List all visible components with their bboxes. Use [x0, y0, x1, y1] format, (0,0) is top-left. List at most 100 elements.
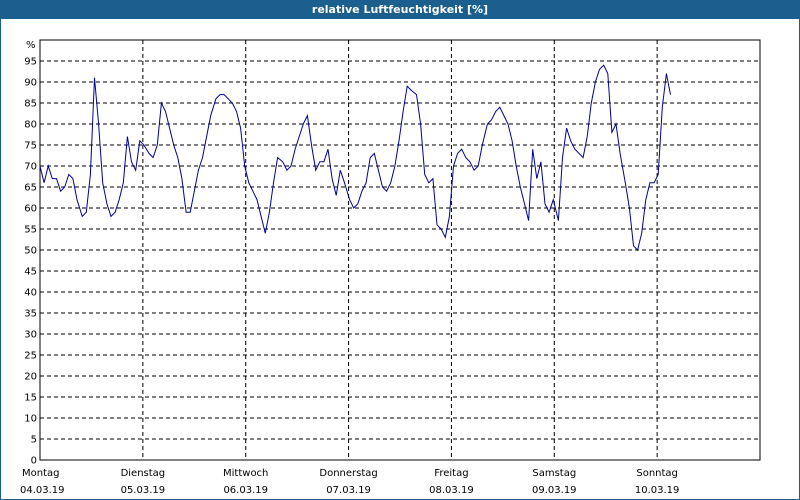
data-point — [272, 182, 274, 184]
x-tick-day-label: Freitag — [434, 468, 468, 479]
data-point — [661, 106, 663, 108]
x-tick-date-label: 07.03.19 — [326, 485, 371, 496]
data-point — [578, 152, 580, 154]
data-point — [201, 156, 203, 158]
data-point — [130, 161, 132, 163]
data-point — [724, 0, 726, 1]
data-point — [432, 177, 434, 179]
data-point — [665, 72, 667, 74]
data-point — [298, 135, 300, 137]
x-tick-date-label: 08.03.19 — [429, 485, 474, 496]
data-point — [657, 173, 659, 175]
data-point — [695, 0, 697, 1]
data-point — [440, 228, 442, 230]
data-point — [753, 0, 755, 1]
data-point — [173, 144, 175, 146]
data-point — [477, 165, 479, 167]
data-point — [353, 207, 355, 209]
data-point — [331, 177, 333, 179]
data-point — [565, 127, 567, 129]
data-point — [47, 165, 49, 167]
data-point — [561, 156, 563, 158]
data-point — [152, 156, 154, 158]
data-point — [373, 152, 375, 154]
y-tick-label: 65 — [24, 183, 37, 194]
data-point — [428, 182, 430, 184]
x-tick-date-label: 09.03.19 — [532, 485, 577, 496]
data-point — [452, 165, 454, 167]
data-point — [615, 123, 617, 125]
data-point — [335, 194, 337, 196]
x-tick-date-label: 06.03.19 — [223, 485, 268, 496]
data-point — [699, 0, 701, 1]
data-point — [598, 68, 600, 70]
y-tick-label: 75 — [24, 141, 37, 152]
data-point — [707, 0, 709, 1]
data-point — [673, 0, 675, 1]
data-point — [495, 110, 497, 112]
humidity-line-chart: % 0 5 10 15 20 25 30 35 40 45 50 55 60 65 70 75 80 85 90 95… — [20, 0, 761, 497]
data-point — [511, 140, 513, 142]
data-point — [343, 182, 345, 184]
data-point — [732, 0, 734, 1]
y-tick-label: 95 — [24, 57, 37, 68]
data-point — [490, 119, 492, 121]
data-point — [63, 186, 65, 188]
data-point — [678, 0, 680, 1]
data-point — [264, 232, 266, 234]
data-point — [327, 148, 329, 150]
data-point — [544, 203, 546, 205]
data-point — [381, 186, 383, 188]
data-point — [461, 148, 463, 150]
y-tick-label: 85 — [24, 99, 37, 110]
y-tick-label: 35 — [24, 309, 37, 320]
data-point — [669, 93, 671, 95]
data-point — [310, 144, 312, 146]
data-point — [164, 110, 166, 112]
data-point — [548, 211, 550, 213]
x-tick-day-label: Samstag — [532, 468, 576, 479]
data-point — [532, 148, 534, 150]
data-point — [636, 249, 638, 251]
data-point — [536, 177, 538, 179]
data-point — [148, 152, 150, 154]
x-tick-day-label: Montag — [22, 468, 59, 479]
x-tick-day-label: Dienstag — [121, 468, 166, 479]
data-point — [126, 135, 128, 137]
data-point — [235, 110, 237, 112]
data-point — [424, 173, 426, 175]
data-point — [357, 203, 359, 205]
data-point — [260, 215, 262, 217]
data-point — [624, 182, 626, 184]
data-point — [294, 148, 296, 150]
data-point — [436, 224, 438, 226]
data-point — [590, 102, 592, 104]
data-point — [456, 152, 458, 154]
label-layer: 0 5 10 15 20 25 30 35 40 45 50 55 60 65 70 75 80 85 90 95 Mo… — [20, 57, 679, 497]
x-tick-day-label: Donnerstag — [319, 468, 377, 479]
data-point — [81, 215, 83, 217]
x-tick-day-label: Mittwoch — [223, 468, 268, 479]
data-point — [189, 211, 191, 213]
data-point — [181, 177, 183, 179]
x-tick-date-label: 05.03.19 — [121, 485, 166, 496]
data-point — [557, 219, 559, 221]
y-tick-label: 10 — [24, 414, 37, 425]
data-point — [286, 169, 288, 171]
data-point — [369, 156, 371, 158]
data-point — [740, 0, 742, 1]
data-point — [758, 0, 760, 1]
data-point — [703, 0, 705, 1]
data-point — [390, 182, 392, 184]
y-tick-label: 40 — [24, 288, 37, 299]
data-point — [348, 198, 350, 200]
data-point — [365, 182, 367, 184]
data-point — [503, 114, 505, 116]
y-axis-unit-label: % — [26, 40, 36, 51]
data-point — [306, 114, 308, 116]
data-point — [114, 211, 116, 213]
x-tick-day-label: Sonntag — [636, 468, 678, 479]
data-point — [394, 165, 396, 167]
data-point — [215, 98, 217, 100]
grid-layer — [40, 40, 760, 460]
